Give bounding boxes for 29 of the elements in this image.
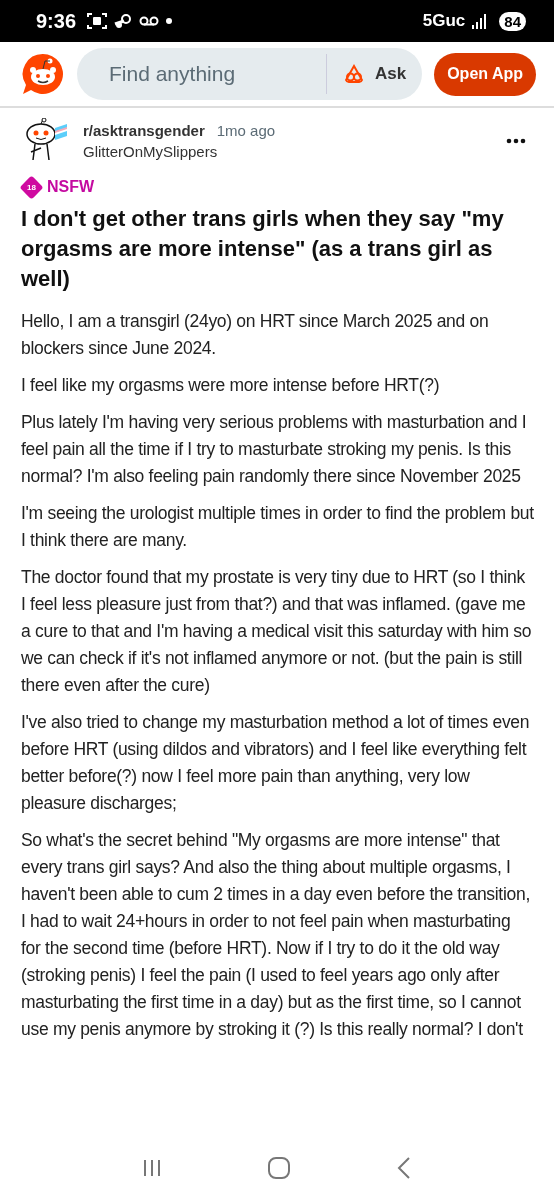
- age-rating-badge: 18: [19, 175, 44, 199]
- author-link[interactable]: GlitterOnMySlippers: [83, 143, 494, 160]
- post-paragraph: The doctor found that my prostate is very tiny due to HRT (so I think I feel less pleasure just from that?) and that was inflamed. (gave me a cure to that and I'm having a medical visit this saturday with him so we can check if it's not inflamed anymore or not. (but the pain is still there even after the cure): [21, 566, 533, 697]
- dot-icon: [166, 18, 173, 24]
- post-paragraph: I've also tried to change my masturbation method a lot of times even before HRT (using dildos and vibrators) and I feel like everything felt better before(?) now I feel more pain than anything, very low pleasure discharges;: [21, 711, 531, 815]
- search-field[interactable]: Find anything Ask: [77, 48, 423, 100]
- open-app-button[interactable]: Open App: [434, 52, 536, 96]
- post-paragraph: Plus lately I'm having very serious problems with masturbation and I feel pain all the time if I try to masturbate stroking my penis. Is this normal? I'm also feeling pain randomly there since November 2025: [21, 411, 528, 488]
- clock: 9:36: [36, 9, 77, 33]
- nsfw-tag: NSFW: [47, 178, 95, 196]
- post-title: I don't get other trans girls when they say "my orgasms are more intense" (as a trans girl as well): [21, 205, 505, 293]
- more-options-icon[interactable]: [506, 138, 526, 144]
- network-label: 5Guc: [422, 11, 466, 31]
- post-paragraph: I'm seeing the urologist multiple times in order to find the problem but I think there are many.: [21, 502, 534, 552]
- reddit-logo-icon[interactable]: [21, 52, 65, 96]
- screenshot-icon: [87, 12, 108, 30]
- voicemail-icon: [139, 16, 160, 26]
- post-age: 1mo ago: [216, 122, 276, 139]
- post-paragraph: I feel like my orgasms were more intense before HRT(?): [21, 374, 441, 397]
- home-icon[interactable]: [267, 1157, 291, 1179]
- recent-apps-icon[interactable]: [142, 1159, 163, 1177]
- ask-button[interactable]: Ask: [342, 64, 413, 84]
- signal-icon: [472, 13, 489, 29]
- back-icon[interactable]: [395, 1157, 412, 1179]
- post-paragraph: Hello, I am a transgirl (24yo) on HRT since March 2025 and on blockers since June 2024.: [21, 310, 490, 360]
- battery-indicator: 84: [499, 11, 526, 31]
- post-paragraph: So what's the secret behind "My orgasms are more intense" that every trans girl says? And also the thing about multiple orgasms, I haven't been able to cum 2 times in a day even before the transition, I had to wait 24+hours in order to not feel pain when masturbating for the second time (before HRT). Now if I try to do it the old way (stroking penis) I feel the pain (I used to feel years ago only after masturbating the first time in a day) but as the first time, so I cannot use my penis anymore by stroking it (?) Is this really normal? I don't: [21, 829, 531, 1041]
- subreddit-link[interactable]: r/asktransgender: [83, 122, 205, 139]
- ask-icon: [342, 64, 365, 84]
